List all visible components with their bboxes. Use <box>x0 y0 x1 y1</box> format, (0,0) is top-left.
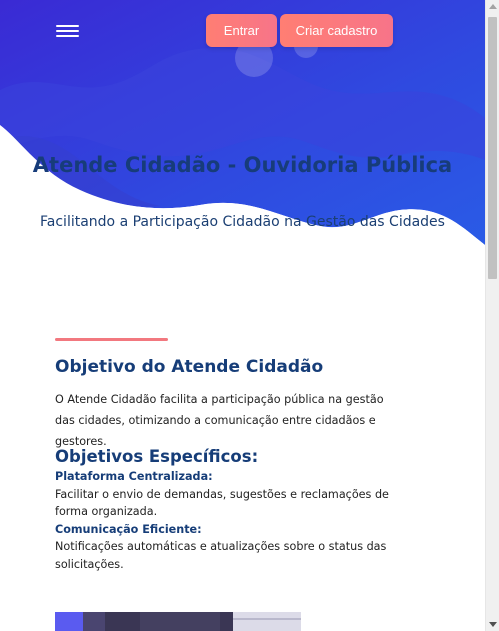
objective-description: Facilitar o envio de demandas, sugestões… <box>55 487 389 519</box>
objectives-list: Plataforma Centralizada: Facilitar o env… <box>55 468 415 573</box>
menu-line <box>56 30 79 32</box>
menu-line <box>56 35 79 37</box>
page-viewport: Entrar Criar cadastro Atende Cidadão - O… <box>0 0 485 631</box>
hero-banner: Entrar Criar cadastro Atende Cidadão - O… <box>0 0 485 300</box>
scroll-up-arrow-icon[interactable] <box>489 4 497 9</box>
scroll-down-arrow-icon[interactable] <box>489 622 497 627</box>
objective-item: Plataforma Centralizada: Facilitar o env… <box>55 468 415 521</box>
illustration-image <box>55 612 301 631</box>
objective-item: Comunicação Eficiente: Notificações auto… <box>55 521 415 574</box>
page-title: Atende Cidadão - Ouvidoria Pública <box>32 153 453 177</box>
vertical-scrollbar[interactable] <box>485 0 499 631</box>
about-text: O Atende Cidadão facilita a participação… <box>55 393 384 448</box>
menu-line <box>56 25 79 27</box>
about-heading: Objetivo do Atende Cidadão <box>55 357 324 377</box>
objective-label: Plataforma Centralizada: <box>55 470 213 483</box>
section-divider <box>55 338 168 341</box>
objectives-heading: Objetivos Específicos: <box>55 447 259 466</box>
page-subtitle: Facilitando a Participação Cidadão na Ge… <box>40 214 445 230</box>
scrollbar-thumb[interactable] <box>488 17 497 279</box>
objective-description: Notificações automáticas e atualizações … <box>55 540 387 571</box>
objective-label: Comunicação Eficiente: <box>55 522 202 536</box>
login-button[interactable]: Entrar <box>206 14 277 47</box>
hamburger-menu-icon[interactable] <box>56 24 80 38</box>
signup-button[interactable]: Criar cadastro <box>280 14 393 47</box>
